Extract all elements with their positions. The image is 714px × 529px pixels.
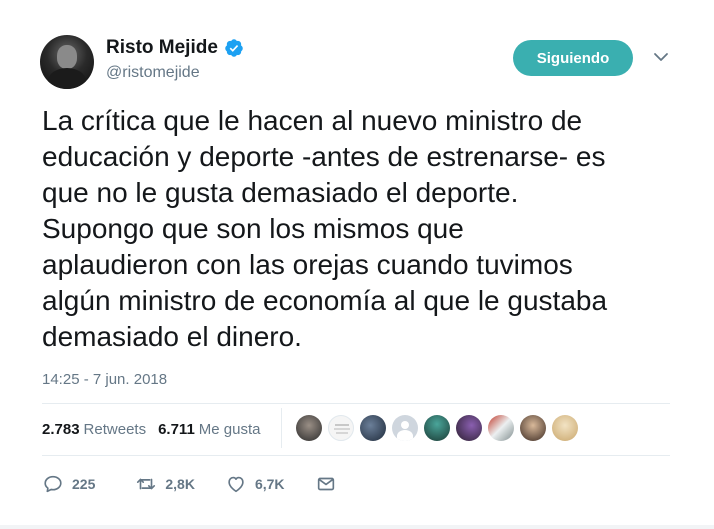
- tweet-text-line: que no le gusta demasiado el deporte.: [42, 177, 519, 208]
- tweet-text-line: educación y deporte -antes de estrenarse…: [42, 141, 606, 172]
- engagement-stats: 2.783 Retweets 6.711 Me gusta: [42, 418, 261, 440]
- liker-avatar[interactable]: [552, 415, 578, 441]
- author-name-row[interactable]: Risto Mejide: [106, 37, 244, 59]
- liker-avatar[interactable]: [328, 415, 354, 441]
- tweet-text-line: demasiado el dinero.: [42, 321, 302, 352]
- reply-count: 225: [72, 476, 96, 492]
- tweet-timestamp[interactable]: 14:25 - 7 jun. 2018: [42, 371, 167, 388]
- following-button[interactable]: Siguiendo: [513, 40, 633, 76]
- tweet-text: La crítica que le hacen al nuevo ministr…: [42, 103, 682, 355]
- tweet-text-line: aplaudieron con las orejas cuando tuvimo…: [42, 249, 573, 280]
- liker-avatar[interactable]: [520, 415, 546, 441]
- liker-avatar[interactable]: [392, 415, 418, 441]
- retweets-label[interactable]: Retweets: [84, 421, 147, 438]
- liker-avatars: [296, 415, 578, 441]
- tweet-text-line: Supongo que son los mismos que: [42, 213, 464, 244]
- reply-icon[interactable]: [42, 473, 64, 495]
- retweet-icon[interactable]: [135, 473, 157, 495]
- reply-action[interactable]: 225: [42, 473, 95, 495]
- author-handle[interactable]: @ristomejide: [106, 64, 200, 82]
- retweets-count[interactable]: 2.783: [42, 421, 80, 438]
- verified-badge-icon: [225, 39, 243, 57]
- liker-avatar[interactable]: [360, 415, 386, 441]
- retweet-action[interactable]: 2,8K: [135, 473, 195, 495]
- liker-avatar[interactable]: [424, 415, 450, 441]
- author-avatar[interactable]: [40, 35, 94, 89]
- tweet-card: Risto Mejide @ristomejide Siguiendo La c…: [0, 0, 714, 529]
- like-action[interactable]: 6,7K: [225, 473, 285, 495]
- liker-avatar[interactable]: [488, 415, 514, 441]
- liker-avatar[interactable]: [456, 415, 482, 441]
- retweet-count: 2,8K: [165, 476, 195, 492]
- chevron-down-icon[interactable]: [652, 50, 670, 64]
- tweet-text-line: algún ministro de economía al que le gus…: [42, 285, 608, 316]
- direct-message-icon[interactable]: [315, 473, 337, 495]
- avatar-body: [48, 68, 86, 89]
- avatar-face: [57, 45, 77, 69]
- author-name[interactable]: Risto Mejide: [106, 37, 218, 59]
- like-icon[interactable]: [225, 473, 247, 495]
- likes-label[interactable]: Me gusta: [199, 421, 261, 438]
- tweet-actions: 225 2,8K 6,7K: [42, 473, 337, 495]
- direct-message-action[interactable]: [315, 473, 337, 495]
- like-count: 6,7K: [254, 476, 285, 492]
- divider: [42, 455, 670, 456]
- tweet-text-line: La crítica que le hacen al nuevo ministr…: [42, 105, 583, 136]
- likes-count[interactable]: 6.711: [158, 421, 195, 438]
- liker-avatar[interactable]: [296, 415, 322, 441]
- card-bottom-edge: [0, 525, 714, 529]
- stats-separator: [281, 408, 282, 448]
- divider: [42, 403, 670, 404]
